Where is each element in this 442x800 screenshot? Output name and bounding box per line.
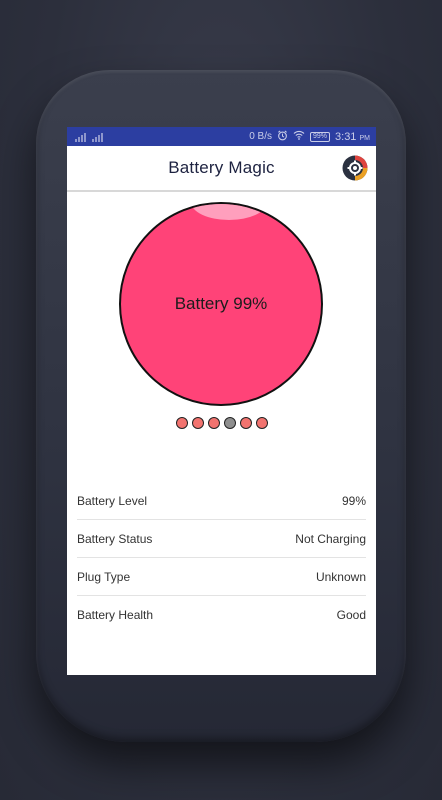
status-bar: 0 B/s 99% 3:31 PM bbox=[67, 127, 376, 146]
network-speed: 0 B/s bbox=[249, 131, 272, 142]
info-label: Battery Status bbox=[77, 531, 153, 546]
info-value: 99% bbox=[341, 493, 366, 508]
alarm-icon bbox=[277, 130, 288, 144]
info-label: Plug Type bbox=[77, 569, 131, 584]
page-dot-1[interactable] bbox=[176, 417, 188, 429]
info-value: Unknown bbox=[315, 569, 366, 584]
info-row-plug-type: Plug Type Unknown bbox=[77, 558, 366, 596]
info-label: Battery Health bbox=[77, 607, 154, 622]
app-bar: Battery Magic bbox=[67, 146, 376, 192]
wifi-icon bbox=[293, 130, 305, 143]
page-title: Battery Magic bbox=[168, 158, 275, 177]
clock-ampm: PM bbox=[359, 134, 371, 142]
battery-icon: 99% bbox=[310, 131, 331, 142]
info-label: Battery Level bbox=[77, 493, 148, 508]
page-dot-5[interactable] bbox=[240, 417, 252, 429]
clock: 3:31 PM bbox=[335, 131, 370, 143]
page-indicator bbox=[67, 417, 376, 429]
info-value: Good bbox=[336, 607, 366, 622]
page-dot-4[interactable] bbox=[224, 417, 236, 429]
settings-button[interactable] bbox=[342, 155, 368, 181]
info-row-level: Battery Level 99% bbox=[77, 482, 366, 520]
battery-ball: Battery 99% bbox=[119, 202, 323, 406]
backdrop: 0 B/s 99% 3:31 PM Battery Magic Battery … bbox=[0, 0, 442, 800]
signal-icon bbox=[92, 132, 103, 142]
info-value: Not Charging bbox=[295, 531, 366, 546]
clock-time: 3:31 bbox=[335, 130, 357, 143]
app-screen: 0 B/s 99% 3:31 PM Battery Magic Battery … bbox=[67, 127, 376, 675]
signal-icon bbox=[75, 132, 86, 142]
battery-percent-label: Battery 99% bbox=[174, 294, 268, 313]
page-dot-6[interactable] bbox=[256, 417, 268, 429]
gear-wheel-icon bbox=[342, 155, 368, 181]
page-dot-2[interactable] bbox=[192, 417, 204, 429]
battery-gauge: Battery 99% bbox=[67, 192, 376, 417]
page-dot-3[interactable] bbox=[208, 417, 220, 429]
battery-info-list: Battery Level 99% Battery Status Not Cha… bbox=[77, 482, 366, 633]
info-row-status: Battery Status Not Charging bbox=[77, 520, 366, 558]
info-row-health: Battery Health Good bbox=[77, 596, 366, 633]
ball-empty-portion bbox=[191, 204, 267, 220]
